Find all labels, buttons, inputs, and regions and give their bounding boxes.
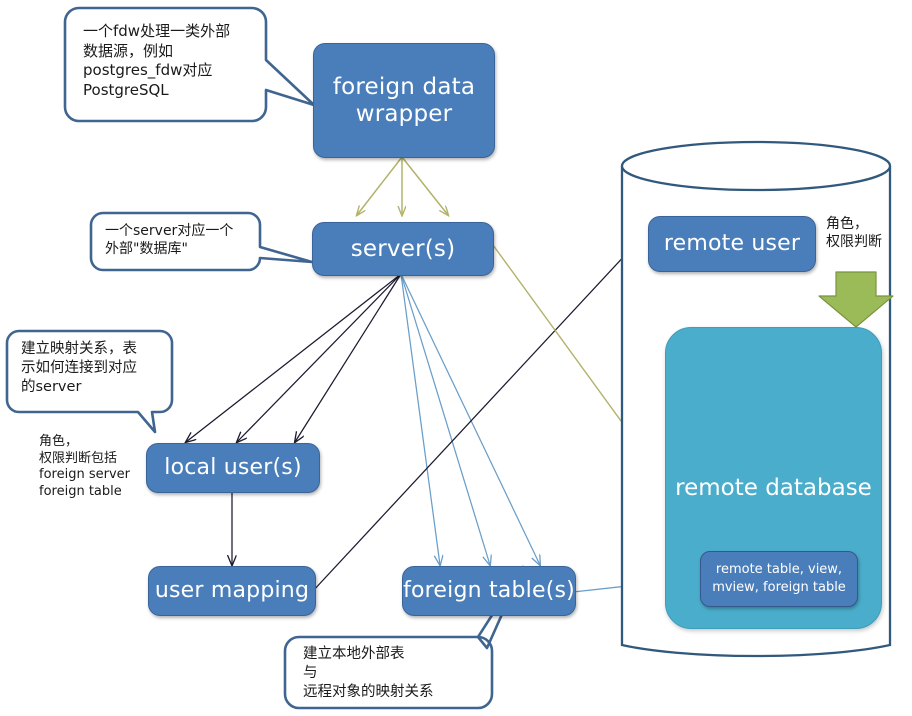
- callout-fdw-text: 一个fdw处理一类外部 数据源，例如 postgres_fdw对应 Postgr…: [83, 22, 231, 99]
- callout-user-mapping-text: 建立映射关系，表 示如何连接到对应 的server: [21, 341, 137, 395]
- node-foreign-data-wrapper[interactable]: foreign data wrapper: [313, 43, 495, 158]
- node-local-users[interactable]: local user(s): [146, 443, 320, 493]
- diagram-canvas: foreign data wrapper server(s) local use…: [0, 0, 912, 716]
- node-remote-objects[interactable]: remote table, view, mview, foreign table: [700, 551, 858, 607]
- note-remote-user-permissions: 角色， 权限判断: [826, 216, 882, 250]
- note-local-user-permissions: 角色， 权限判断包括 foreign server foreign table: [39, 434, 130, 499]
- callout-server-text: 一个server对应一个 外部"数据库": [105, 223, 234, 258]
- remote-database-label: remote database: [675, 475, 872, 501]
- node-remote-user[interactable]: remote user: [648, 216, 816, 272]
- callout-foreign-table-text: 建立本地外部表 与 远程对象的映射关系: [303, 646, 434, 700]
- node-foreign-tables[interactable]: foreign table(s): [402, 566, 576, 616]
- node-servers[interactable]: server(s): [312, 222, 494, 276]
- node-user-mapping[interactable]: user mapping: [148, 566, 316, 616]
